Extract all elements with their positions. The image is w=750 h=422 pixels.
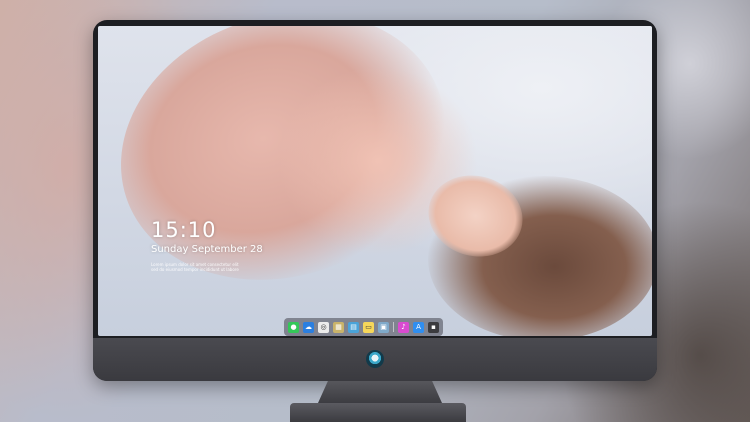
terminal-icon[interactable]: ▪ xyxy=(428,321,439,333)
monitor: 15:10 Sunday September 28 Lorem ipsum do… xyxy=(93,20,657,381)
app-store-icon[interactable]: A xyxy=(413,321,424,333)
logo-icon xyxy=(366,350,384,368)
music-icon[interactable]: ♪ xyxy=(398,321,409,333)
lock-note: Lorem ipsum dolor sit amet consectetur e… xyxy=(151,262,261,272)
lock-note-line: sed do eiusmod tempor incididunt ut labo… xyxy=(151,267,239,272)
messages-icon[interactable]: ● xyxy=(288,321,299,333)
weather-icon[interactable]: ☁ xyxy=(303,321,314,333)
dock: ● ☁ ◎ ▦ ▤ ▭ ▣ ♪ A ▪ xyxy=(284,318,443,336)
preview-icon[interactable]: ▣ xyxy=(378,321,389,333)
lock-date: Sunday September 28 xyxy=(151,244,263,255)
clapper-icon[interactable]: ▤ xyxy=(348,321,359,333)
safari-icon[interactable]: ◎ xyxy=(318,321,329,333)
lock-clock: 15:10 xyxy=(151,218,217,242)
dock-separator xyxy=(393,322,394,332)
screen: 15:10 Sunday September 28 Lorem ipsum do… xyxy=(98,26,652,336)
notes-icon[interactable]: ▭ xyxy=(363,321,374,333)
monitor-stand-neck xyxy=(318,381,442,403)
photos-icon[interactable]: ▦ xyxy=(333,321,344,333)
monitor-stand-base xyxy=(290,403,466,422)
